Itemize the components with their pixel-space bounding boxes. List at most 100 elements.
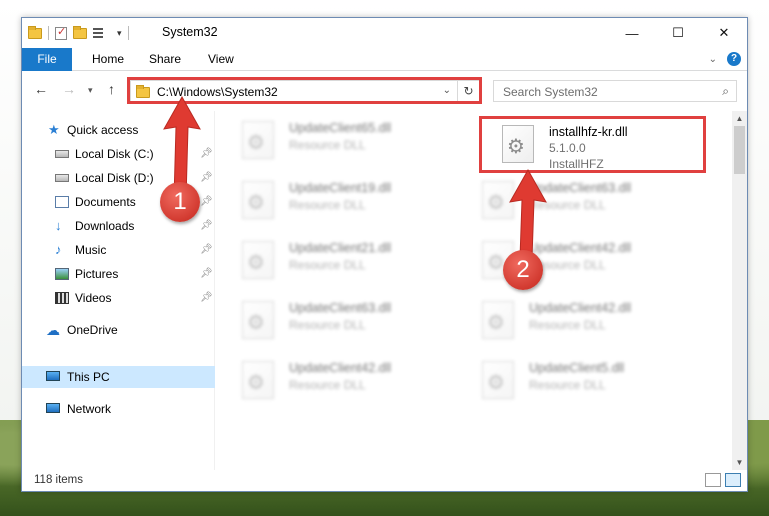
sidebar-item-label: Videos (75, 291, 112, 305)
dll-file-icon (242, 361, 274, 399)
toolbar-separator (127, 26, 129, 40)
list-item[interactable]: UpdateClient19.dll Resource DLL (222, 173, 452, 225)
dll-file-icon (242, 181, 274, 219)
computer-icon (46, 371, 60, 381)
list-item[interactable]: UpdateClient63.dll Resource DLL (462, 173, 692, 225)
search-box[interactable]: Search System32 ⌕ (493, 80, 737, 102)
forward-arrow-icon[interactable]: → (62, 81, 76, 97)
list-item[interactable]: UpdateClient42.dll Resource DLL (462, 233, 692, 285)
drive-icon (55, 174, 69, 182)
sidebar-item-music[interactable]: ♪ Music 📌︎ (22, 239, 215, 261)
item-count: 118 items (34, 474, 84, 486)
tab-view[interactable]: View (198, 48, 244, 71)
sidebar-item-label: Documents (75, 195, 136, 209)
window-controls: — ☐ ✕ (609, 18, 747, 48)
pin-icon[interactable]: 📌︎ (200, 239, 213, 261)
file-description: Resource DLL (289, 258, 366, 272)
callout-badge-2: 2 (503, 250, 543, 290)
list-item[interactable]: UpdateClient42.dll Resource DLL (222, 353, 452, 405)
sidebar-item-label: OneDrive (67, 323, 118, 337)
ribbon-right-controls: ⌄ ? (709, 52, 741, 66)
expand-ribbon-icon[interactable]: ⌄ (709, 54, 717, 65)
pictures-icon (55, 268, 69, 280)
pin-icon[interactable]: 📌︎ (200, 263, 213, 285)
new-folder-icon[interactable] (73, 25, 87, 39)
sidebar-item-label: Network (67, 402, 112, 416)
file-description: Resource DLL (289, 378, 366, 392)
quick-access-toolbar: ▾ (28, 25, 129, 41)
file-explorer-window: ▾ System32 — ☐ ✕ File Home Share View ⌄ … (21, 17, 748, 492)
download-icon: ↓ (55, 218, 62, 233)
dll-file-icon (482, 301, 514, 339)
help-icon[interactable]: ? (727, 52, 741, 66)
ribbon-tabs: File Home Share View ⌄ ? (22, 48, 747, 71)
properties-icon[interactable] (55, 25, 67, 40)
search-icon[interactable]: ⌕ (722, 84, 729, 99)
title-bar: ▾ System32 — ☐ ✕ (22, 18, 747, 48)
sidebar-item-label: This PC (67, 370, 110, 384)
file-description: Resource DLL (289, 198, 366, 212)
list-item[interactable]: UpdateClient65.dll Resource DLL (222, 113, 452, 165)
dll-file-icon (242, 121, 274, 159)
view-toggles (705, 473, 741, 487)
recent-locations-icon[interactable]: ▾ (88, 85, 93, 96)
drive-icon (55, 150, 69, 158)
window-title: System32 (162, 25, 218, 39)
file-description: Resource DLL (289, 138, 366, 152)
sidebar-item-onedrive[interactable]: ☁ OneDrive (22, 319, 215, 341)
dll-file-icon (482, 361, 514, 399)
file-name: UpdateClient42.dll (529, 301, 632, 315)
tab-share[interactable]: Share (139, 48, 191, 71)
list-item[interactable]: UpdateClient5.dll Resource DLL (462, 353, 692, 405)
video-icon (55, 292, 69, 304)
network-icon (46, 403, 60, 413)
customize-toolbar-icon[interactable] (93, 27, 111, 39)
sidebar-item-label: Local Disk (D:) (75, 171, 154, 185)
file-name: UpdateClient19.dll (289, 181, 392, 195)
minimize-button[interactable]: — (609, 18, 655, 48)
status-bar: 118 items (22, 470, 747, 491)
details-view-icon[interactable] (705, 473, 721, 487)
tab-file[interactable]: File (22, 48, 72, 71)
file-name: UpdateClient65.dll (289, 121, 392, 135)
dll-file-icon (242, 301, 274, 339)
back-arrow-icon[interactable]: ← (34, 81, 48, 97)
large-icons-view-icon[interactable] (725, 473, 741, 487)
sidebar-item-label: Local Disk (C:) (75, 147, 154, 161)
file-highlight-box (479, 116, 706, 173)
sidebar-item-pictures[interactable]: Pictures 📌︎ (22, 263, 215, 285)
callout-badge-1: 1 (160, 182, 200, 222)
close-button[interactable]: ✕ (701, 18, 747, 48)
sidebar-item-network[interactable]: Network (22, 398, 215, 420)
cloud-icon: ☁ (46, 322, 60, 338)
file-name: UpdateClient63.dll (289, 301, 392, 315)
file-description: Resource DLL (529, 378, 606, 392)
scroll-up-icon[interactable]: ▲ (732, 111, 747, 126)
list-item[interactable]: UpdateClient63.dll Resource DLL (222, 293, 452, 345)
file-name: UpdateClient21.dll (289, 241, 392, 255)
star-icon: ★ (48, 122, 60, 137)
list-item[interactable]: UpdateClient21.dll Resource DLL (222, 233, 452, 285)
maximize-button[interactable]: ☐ (655, 18, 701, 48)
music-icon: ♪ (55, 242, 62, 257)
sidebar-item-label: Quick access (67, 123, 139, 137)
search-placeholder: Search System32 (503, 85, 598, 99)
up-arrow-icon[interactable]: ↑ (108, 81, 115, 97)
list-item[interactable]: UpdateClient42.dll Resource DLL (462, 293, 692, 345)
navigation-bar: ← → ▾ ↑ C:\Windows\System32 ⌄ ↻ Search S… (22, 71, 747, 111)
sidebar-item-label: Pictures (75, 267, 119, 281)
file-name: UpdateClient42.dll (289, 361, 392, 375)
pin-icon[interactable]: 📌︎ (200, 287, 213, 309)
file-description: Resource DLL (289, 318, 366, 332)
sidebar-item-this-pc[interactable]: This PC (22, 366, 215, 388)
dll-file-icon (242, 241, 274, 279)
documents-icon (55, 196, 69, 208)
vertical-scrollbar[interactable]: ▲ ▼ (732, 111, 747, 470)
scroll-down-icon[interactable]: ▼ (732, 455, 747, 470)
scroll-thumb[interactable] (734, 126, 745, 174)
chevron-down-icon[interactable]: ▾ (117, 28, 122, 39)
sidebar-item-label: Downloads (75, 219, 135, 233)
folder-icon (28, 25, 42, 39)
sidebar-item-videos[interactable]: Videos 📌︎ (22, 287, 215, 309)
tab-home[interactable]: Home (82, 48, 134, 71)
